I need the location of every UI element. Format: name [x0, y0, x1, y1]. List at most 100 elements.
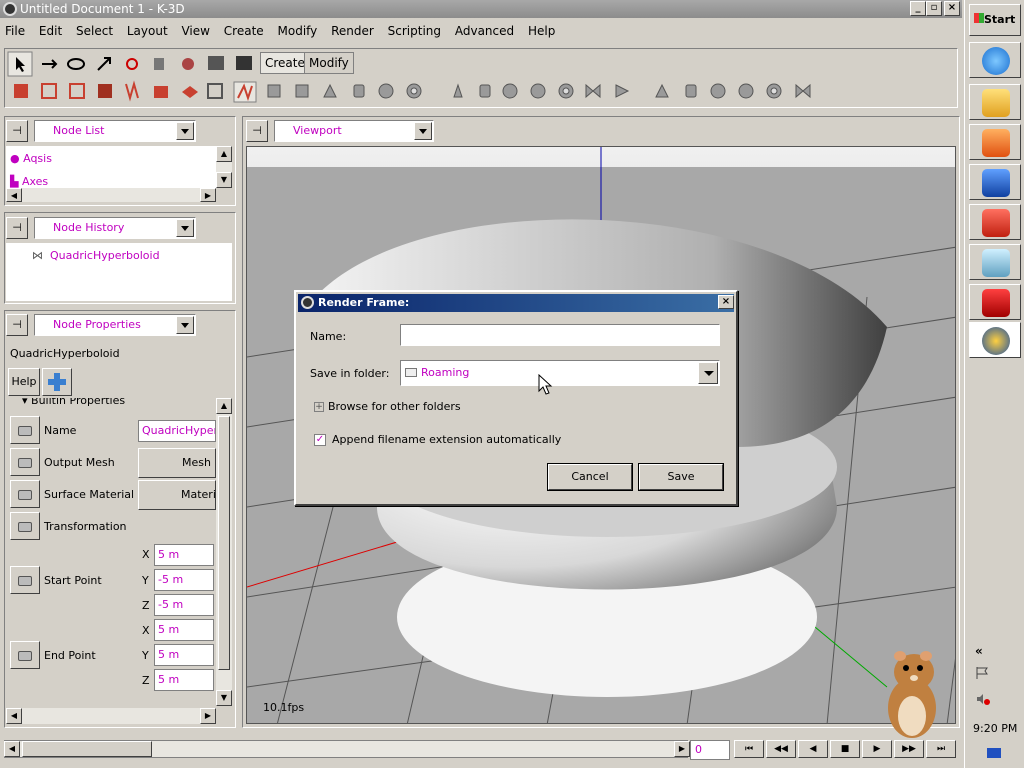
- start-z-field[interactable]: -5 m: [154, 594, 214, 616]
- dialog-close-button[interactable]: ×: [718, 295, 734, 309]
- menu-modify[interactable]: Modify: [273, 20, 323, 42]
- menu-help[interactable]: Help: [523, 20, 560, 42]
- scroll-up-icon[interactable]: ▲: [216, 398, 232, 414]
- taskbar-file-explorer[interactable]: [969, 84, 1021, 120]
- help-button[interactable]: Help: [8, 368, 40, 396]
- menu-create[interactable]: Create: [219, 20, 269, 42]
- last-frame-button[interactable]: ⏭: [926, 740, 956, 758]
- menu-select[interactable]: Select: [71, 20, 118, 42]
- name-input[interactable]: [400, 324, 720, 346]
- pin-icon[interactable]: ⊣: [246, 120, 268, 142]
- connect-transformation-button[interactable]: [10, 512, 40, 540]
- scroll-down-icon[interactable]: ▼: [216, 690, 232, 706]
- properties-hscrollbar[interactable]: [6, 708, 216, 724]
- minimize-button[interactable]: _: [910, 1, 926, 16]
- tab-create[interactable]: Create: [260, 52, 310, 74]
- append-extension-checkbox[interactable]: ✓: [314, 434, 326, 446]
- list-item[interactable]: ▙ Axes: [10, 175, 48, 188]
- menu-file[interactable]: File: [0, 20, 30, 42]
- chevron-down-icon[interactable]: [698, 362, 718, 384]
- timeline-thumb[interactable]: [22, 741, 152, 757]
- builtin-properties-label: Builtin Properties: [31, 398, 126, 407]
- window-title: Untitled Document 1 - K-3D: [20, 2, 185, 16]
- save-button[interactable]: Save: [638, 463, 724, 491]
- taskbar-notepad[interactable]: [969, 244, 1021, 280]
- taskbar-k3d[interactable]: [969, 322, 1021, 358]
- end-y-field[interactable]: 5 m: [154, 644, 214, 666]
- add-property-button[interactable]: [42, 368, 72, 396]
- start-button[interactable]: Start: [969, 4, 1021, 36]
- scrollbar-thumb[interactable]: [218, 416, 230, 670]
- close-button[interactable]: ×: [944, 1, 960, 16]
- end-z-field[interactable]: 5 m: [154, 669, 214, 691]
- pin-icon[interactable]: ⊣: [6, 120, 28, 142]
- first-frame-button[interactable]: ⏮: [734, 740, 764, 758]
- flag-icon[interactable]: [975, 666, 991, 680]
- viewport-combo[interactable]: Viewport: [274, 120, 434, 142]
- node-properties-combo[interactable]: Node Properties: [34, 314, 196, 336]
- expand-icon[interactable]: +: [314, 402, 324, 412]
- volume-muted-icon[interactable]: [975, 692, 991, 706]
- output-mesh-button[interactable]: Mesh: [138, 448, 216, 478]
- list-item[interactable]: ⋈ QuadricHyperboloid: [32, 249, 160, 262]
- list-item-label: Aqsis: [23, 152, 52, 165]
- connect-surface-material-button[interactable]: [10, 480, 40, 508]
- browse-folders-expander[interactable]: Browse for other folders: [328, 400, 461, 413]
- dialog-title-bar[interactable]: Render Frame:: [298, 294, 734, 312]
- taskbar-app-red[interactable]: [969, 204, 1021, 240]
- previous-frame-button[interactable]: ◀: [798, 740, 828, 758]
- prop-transformation-label: Transformation: [44, 520, 127, 533]
- taskbar-media-player[interactable]: [969, 124, 1021, 160]
- name-field[interactable]: QuadricHyperboloid: [138, 420, 216, 442]
- folder-select[interactable]: Roaming: [400, 360, 720, 386]
- menu-view[interactable]: View: [176, 20, 214, 42]
- scroll-down-icon[interactable]: ▼: [216, 172, 232, 188]
- notepad-icon: [982, 249, 1010, 277]
- taskbar-app-arrow[interactable]: [969, 284, 1021, 320]
- connect-start-point-button[interactable]: [10, 566, 40, 594]
- viewport-combo-label: Viewport: [293, 124, 342, 137]
- scroll-up-icon[interactable]: ▲: [216, 146, 232, 162]
- parent-icon: [154, 58, 164, 70]
- connect-name-button[interactable]: [10, 416, 40, 444]
- list-item[interactable]: ● Aqsis: [10, 152, 52, 165]
- scroll-left-icon[interactable]: ◀: [6, 188, 22, 202]
- cancel-button[interactable]: Cancel: [547, 463, 633, 491]
- start-x-field[interactable]: 5 m: [154, 544, 214, 566]
- scroll-right-icon[interactable]: ▶: [674, 741, 690, 757]
- tab-modify[interactable]: Modify: [304, 52, 354, 74]
- surface-material-button[interactable]: Material: [138, 480, 216, 510]
- builtin-properties-header[interactable]: ▾ Builtin Properties: [22, 398, 125, 407]
- taskbar-network[interactable]: [969, 164, 1021, 200]
- scroll-left-icon[interactable]: ◀: [6, 708, 22, 724]
- menu-scripting[interactable]: Scripting: [383, 20, 446, 42]
- maximize-button[interactable]: ▫: [926, 1, 942, 16]
- node-history-combo[interactable]: Node History: [34, 217, 196, 239]
- frame-number-field[interactable]: 0: [690, 740, 730, 760]
- node-name-label: QuadricHyperboloid: [10, 347, 120, 360]
- scroll-right-icon[interactable]: ▶: [200, 708, 216, 724]
- end-x-field[interactable]: 5 m: [154, 619, 214, 641]
- node-list-hscrollbar[interactable]: [6, 188, 216, 202]
- connect-end-point-button[interactable]: [10, 641, 40, 669]
- pin-icon[interactable]: ⊣: [6, 314, 28, 336]
- scroll-right-icon[interactable]: ▶: [200, 188, 216, 202]
- show-desktop-icon[interactable]: [987, 748, 1001, 758]
- window-title-bar[interactable]: Untitled Document 1 - K-3D _ ▫ ×: [0, 0, 962, 18]
- pin-icon[interactable]: ⊣: [6, 217, 28, 239]
- stop-button[interactable]: ■: [830, 740, 860, 758]
- menu-layout[interactable]: Layout: [122, 20, 173, 42]
- node-list-combo[interactable]: Node List: [34, 120, 196, 142]
- taskbar-internet-explorer[interactable]: [969, 42, 1021, 78]
- menu-render[interactable]: Render: [326, 20, 379, 42]
- next-frame-button[interactable]: ▶▶: [894, 740, 924, 758]
- node-properties-combo-label: Node Properties: [53, 318, 141, 331]
- play-button[interactable]: ▶: [862, 740, 892, 758]
- menu-edit[interactable]: Edit: [34, 20, 67, 42]
- scroll-left-icon[interactable]: ◀: [4, 741, 20, 757]
- connect-output-mesh-button[interactable]: [10, 448, 40, 476]
- collapse-tray-icon[interactable]: «: [975, 644, 983, 658]
- start-y-field[interactable]: -5 m: [154, 569, 214, 591]
- menu-advanced[interactable]: Advanced: [450, 20, 519, 42]
- play-reverse-button[interactable]: ◀◀: [766, 740, 796, 758]
